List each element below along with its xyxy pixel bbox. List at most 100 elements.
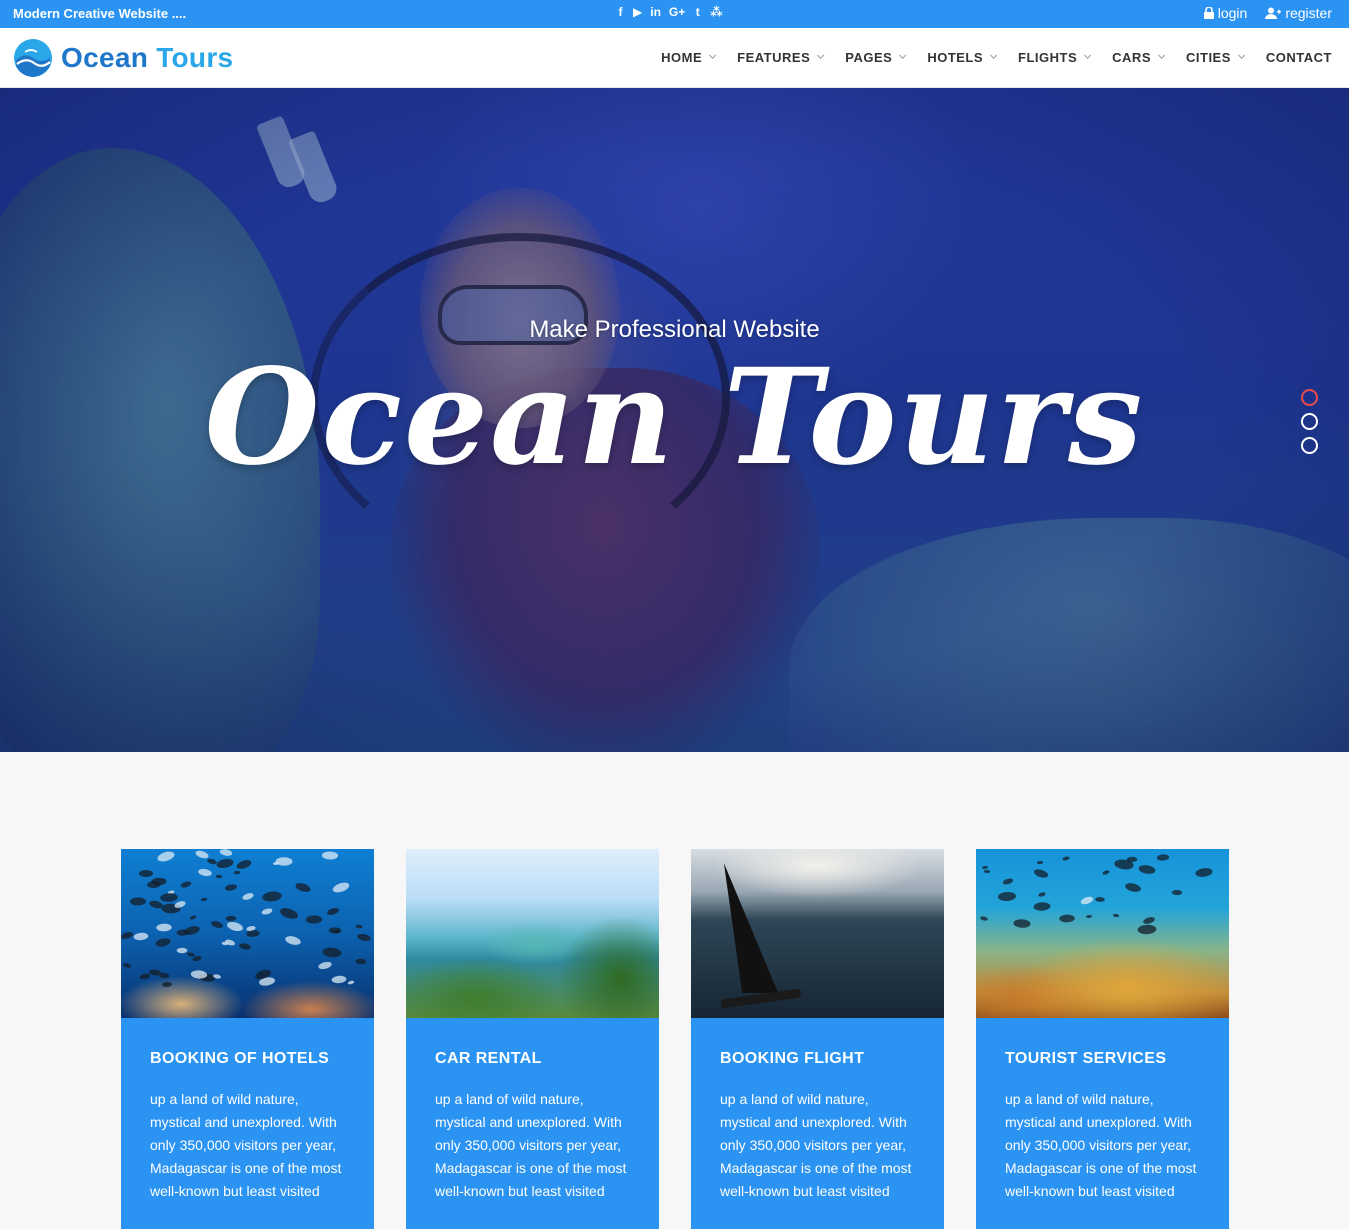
chevron-down-icon [709,51,717,59]
chevron-down-icon [1158,51,1166,59]
fish-decoration [183,924,201,937]
nav-hotels-label: HOTELS [927,50,984,65]
fish-decoration [154,937,172,948]
card-body: CAR RENTAL up a land of wild nature, mys… [406,1018,659,1203]
fish-decoration [1112,913,1120,918]
fish-decoration [1142,915,1156,926]
twitter-icon[interactable]: t [693,5,702,19]
fish-decoration [260,907,274,916]
fish-decoration [1059,914,1075,923]
card-text: up a land of wild nature, mystical and u… [1005,1088,1200,1203]
fish-decoration [284,934,302,947]
fish-decoration [355,958,367,965]
card-text-line: mystical and unexplored. With [1005,1114,1192,1130]
card-text-line: mystical and unexplored. With [435,1114,622,1130]
fish-decoration [981,865,989,870]
auth-links: login register [1203,5,1332,21]
card-text-line: Madagascar is one of the most [150,1160,342,1176]
fish-decoration [1137,864,1157,875]
fish-decoration [1126,856,1138,863]
nav-cars[interactable]: CARS [1112,50,1166,65]
service-card-flight[interactable]: BOOKING FLIGHT up a land of wild nature,… [691,849,944,1229]
nav-features-label: FEATURES [737,50,811,65]
register-label: register [1285,5,1332,21]
fish-decoration [317,960,333,971]
nav-features[interactable]: FEATURES [737,50,825,65]
fish-decoration [983,869,991,874]
login-link[interactable]: login [1203,5,1247,21]
fish-decoration [161,981,173,988]
card-text: up a land of wild nature, mystical and u… [720,1088,915,1203]
nav-cars-label: CARS [1112,50,1151,65]
slider-dot-3[interactable] [1301,437,1318,454]
fish-decoration [224,938,236,947]
fish-decoration [180,880,192,889]
register-link[interactable]: register [1265,5,1332,21]
sailboat-sail [723,863,779,993]
chevron-down-icon [990,51,998,59]
service-card-car-rental[interactable]: CAR RENTAL up a land of wild nature, mys… [406,849,659,1229]
fish-decoration [1095,897,1105,902]
nav-contact-label: CONTACT [1265,50,1332,65]
fish-decoration [197,867,213,878]
services-section: BOOKING OF HOTELS up a land of wild natu… [121,849,1229,1229]
brand-logo[interactable]: Ocean Tours [13,38,233,78]
fish-decoration [159,892,179,903]
fish-decoration [1079,895,1095,906]
card-text-line: up a land of wild nature, [150,1091,299,1107]
fish-decoration [1156,854,1170,861]
main-navbar: Ocean Tours HOME FEATURES PAGES HOTELS F… [0,28,1349,88]
service-card-tourist-services[interactable]: TOURIST SERVICES up a land of wild natur… [976,849,1229,1229]
rss-icon[interactable]: ⁂ [710,5,722,19]
main-menu: HOME FEATURES PAGES HOTELS FLIGHTS CARS … [661,50,1332,65]
service-card-hotels[interactable]: BOOKING OF HOTELS up a land of wild natu… [121,849,374,1229]
fish-decoration [133,932,149,941]
fish-decoration [151,877,167,886]
fish-decoration [210,919,224,930]
google-plus-icon[interactable]: G+ [669,5,685,19]
card-title: BOOKING FLIGHT [720,1050,865,1067]
brand-name: Ocean Tours [61,42,233,74]
fish-decoration [355,924,363,929]
card-image-yellow-reef [976,849,1229,1018]
brand-name-part1: Ocean [61,42,149,73]
card-text-line: mystical and unexplored. With [150,1114,337,1130]
card-text-line: up a land of wild nature, [720,1091,869,1107]
fish-decoration [1194,867,1214,878]
fish-decoration [215,857,235,870]
hero-title: Ocean Tours [204,340,1145,495]
card-image-sailboat [691,849,944,1018]
nav-hotels[interactable]: HOTELS [927,50,998,65]
fish-decoration [225,915,237,922]
card-image-reef [121,849,374,1018]
fish-decoration [189,914,197,921]
card-text-line: Madagascar is one of the most [1005,1160,1197,1176]
slider-dot-1[interactable] [1301,389,1318,406]
fish-decoration [138,869,154,878]
slider-pagination [1301,389,1318,454]
nav-cities[interactable]: CITIES [1186,50,1246,65]
chevron-down-icon [1084,51,1092,59]
fish-decoration [156,923,172,932]
tagline: Modern Creative Website .... [13,6,187,21]
fish-decoration [331,880,351,895]
card-title: BOOKING OF HOTELS [150,1050,330,1067]
fish-decoration [225,920,245,933]
facebook-icon[interactable]: f [616,5,625,19]
fish-decoration [200,897,208,902]
hero-slider: Make Professional Website Ocean Tours [0,88,1349,752]
chevron-down-icon [817,51,825,59]
youtube-icon[interactable]: ▶ [633,5,642,19]
fish-decoration [1032,867,1050,880]
fish-decoration [156,849,176,864]
slider-dot-2[interactable] [1301,413,1318,430]
linkedin-icon[interactable]: in [650,5,661,19]
card-text-line: up a land of wild nature, [1005,1091,1154,1107]
card-text: up a land of wild nature, mystical and u… [150,1088,345,1203]
fish-decoration [1036,860,1044,865]
nav-home[interactable]: HOME [661,50,717,65]
fish-decoration [1013,918,1031,929]
nav-flights[interactable]: FLIGHTS [1018,50,1092,65]
nav-contact[interactable]: CONTACT [1266,50,1332,65]
nav-pages[interactable]: PAGES [845,50,907,65]
